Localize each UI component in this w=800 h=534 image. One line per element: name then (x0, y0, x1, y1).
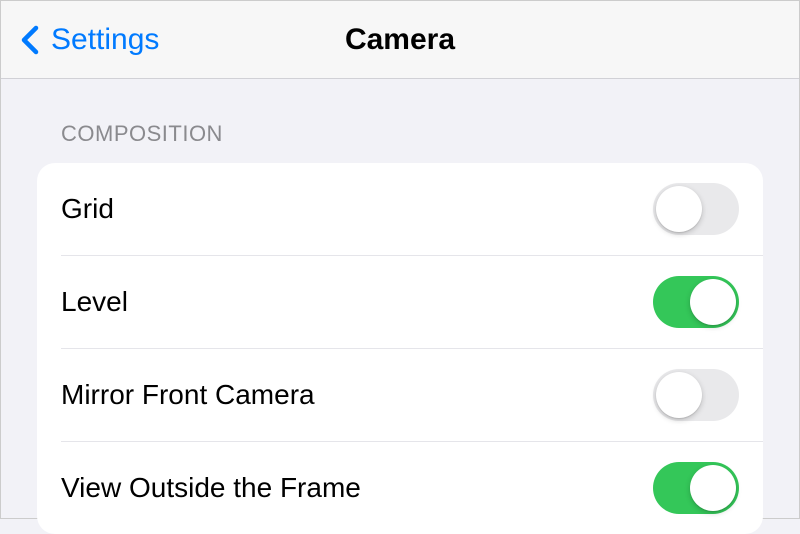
toggle-knob (690, 279, 736, 325)
settings-row-level: Level (61, 255, 763, 348)
settings-label: Level (61, 286, 128, 318)
settings-row-grid: Grid (37, 163, 763, 255)
settings-label: View Outside the Frame (61, 472, 361, 504)
settings-label: Mirror Front Camera (61, 379, 315, 411)
toggle-mirror-front-camera[interactable] (653, 369, 739, 421)
navbar: Settings Camera (1, 1, 799, 79)
content: COMPOSITION Grid Level Mirror Front Came… (1, 121, 799, 534)
chevron-left-icon (21, 25, 39, 55)
settings-row-mirror-front-camera: Mirror Front Camera (61, 348, 763, 441)
section-header-composition: COMPOSITION (61, 121, 763, 147)
settings-label: Grid (61, 193, 114, 225)
back-label: Settings (51, 23, 159, 57)
toggle-view-outside-frame[interactable] (653, 462, 739, 514)
toggle-knob (690, 465, 736, 511)
toggle-level[interactable] (653, 276, 739, 328)
toggle-knob (656, 372, 702, 418)
back-button[interactable]: Settings (21, 23, 159, 57)
page-title: Camera (345, 23, 455, 57)
toggle-knob (656, 186, 702, 232)
settings-row-view-outside-frame: View Outside the Frame (61, 441, 763, 534)
toggle-grid[interactable] (653, 183, 739, 235)
settings-group-composition: Grid Level Mirror Front Camera View Outs… (37, 163, 763, 534)
